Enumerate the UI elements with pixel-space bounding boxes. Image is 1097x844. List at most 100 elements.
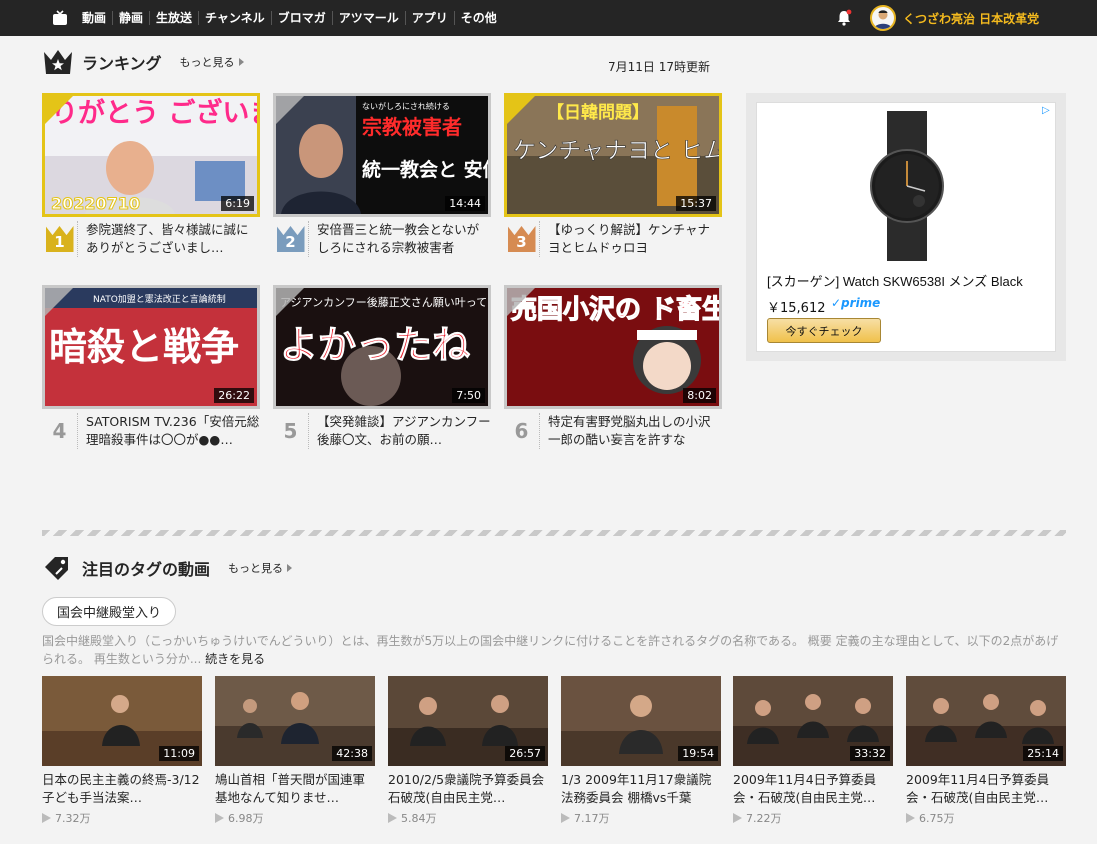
video-title[interactable]: 鳩山首相「普天間が国連軍基地なんて知りませ…	[215, 771, 375, 807]
nav-blomaga[interactable]: ブロマガ	[270, 11, 332, 25]
video-duration: 26:22	[214, 388, 254, 403]
ad-check-button[interactable]: 今すぐチェック	[767, 318, 881, 343]
video-duration: 15:37	[676, 196, 716, 211]
ranking-header: ランキング もっと見る	[42, 48, 244, 76]
video-thumbnail[interactable]: NATO加盟と憲法改正と言論統制 暗殺と戦争 26:22	[42, 285, 260, 409]
video-title[interactable]: 日本の民主主義の終焉-3/12子ども手当法案…	[42, 771, 202, 807]
arrow-right-icon	[238, 58, 244, 66]
rank-corner-badge	[276, 288, 304, 316]
nav-video[interactable]: 動画	[76, 11, 112, 25]
silver-crown-icon: 2	[276, 226, 305, 252]
tag-video-item[interactable]: 42:38 鳩山首相「普天間が国連軍基地なんて知りませ… 6.98万	[215, 676, 375, 826]
view-count-value: 5.84万	[401, 812, 437, 825]
thumb-title-text: りがとう ございました！	[51, 97, 257, 129]
thumb-top-text: ないがしろにされ続ける	[362, 101, 450, 111]
ad-title[interactable]: [スカーゲン] Watch SKW6538I メンズ Black	[767, 271, 1023, 290]
video-thumbnail[interactable]: ないがしろにされ続ける 宗教被害者 統一教会と 安倍晋三 14:44	[273, 93, 491, 217]
ranking-item-2[interactable]: ないがしろにされ続ける 宗教被害者 統一教会と 安倍晋三 14:44 2 安倍晋…	[273, 93, 491, 257]
video-title[interactable]: 参院選終了、皆々様誠に誠にありがとうございまし…	[86, 221, 260, 257]
video-title[interactable]: 安倍晋三と統一教会とないがしろにされる宗教被害者	[317, 221, 491, 257]
thumb-title-text: 暗殺と戦争	[49, 325, 239, 369]
video-title[interactable]: 2009年11月4日予算委員会・石破茂(自由民主党…	[733, 771, 893, 807]
view-count: 6.98万	[215, 810, 375, 826]
video-title[interactable]: 【ゆっくり解説】ケンチャナヨとヒムドゥロヨ	[548, 221, 722, 257]
ranking-item-6[interactable]: 売国小沢の ド畜生 発言 8:02 6 特定有害野党脳丸出しの小沢一郎の酷い妄言…	[504, 285, 722, 449]
tags-title: 注目のタグの動画	[82, 560, 211, 579]
video-duration: 14:44	[445, 196, 485, 211]
section-divider	[42, 530, 1066, 536]
video-duration: 8:02	[683, 388, 716, 403]
rank-corner-badge	[507, 288, 535, 316]
play-icon	[42, 813, 51, 823]
view-count: 5.84万	[388, 810, 548, 826]
thumb-title-text: 売国小沢の ド畜生 発言	[511, 294, 719, 325]
thumb-top-text: アジアンカンフー後藤正文さん願い叶って	[280, 295, 487, 309]
ranking-item-5[interactable]: アジアンカンフー後藤正文さん願い叶って よかったね 7:50 5 【突発雑談】ア…	[273, 285, 491, 449]
ranking-item-3[interactable]: 【日韓問題】 ケンチャナヨと ヒムドゥロヨ 15:37 3 【ゆっくり解説】ケン…	[504, 93, 722, 257]
arrow-right-icon	[287, 564, 293, 572]
nav-channel[interactable]: チャンネル	[198, 11, 271, 25]
rank-number: 6	[504, 413, 540, 449]
user-name[interactable]: くつざわ亮治 日本改革党	[903, 10, 1039, 27]
tag-video-item[interactable]: 26:57 2010/2/5衆議院予算委員会 石破茂(自由民主党… 5.84万	[388, 676, 548, 826]
read-more-link[interactable]: 続きを見る	[205, 652, 265, 666]
video-thumbnail[interactable]: 42:38	[215, 676, 375, 766]
video-duration: 19:54	[678, 746, 718, 761]
nav-other[interactable]: その他	[453, 11, 503, 25]
video-duration: 42:38	[332, 746, 372, 761]
bronze-crown-icon: 3	[507, 226, 536, 252]
video-thumbnail[interactable]: 33:32	[733, 676, 893, 766]
thumb-top-text: NATO加盟と憲法改正と言論統制	[93, 293, 226, 305]
video-title[interactable]: 【突発雑談】アジアンカンフー後藤〇文、お前の願…	[317, 413, 491, 449]
avatar[interactable]	[870, 5, 896, 31]
ranking-more-label: もっと見る	[179, 56, 235, 69]
ad-banner[interactable]: ▷ [スカーゲン] Watch SKW6538I メンズ Black ￥15,6…	[756, 102, 1056, 352]
nav-atsumaru[interactable]: アツマール	[331, 11, 405, 25]
video-duration: 11:09	[159, 746, 199, 761]
tag-description-text: 国会中継殿堂入り（こっかいちゅうけいでんどういり）とは、再生数が5万以上の国会中…	[42, 634, 1059, 666]
play-icon	[733, 813, 742, 823]
video-duration: 7:50	[452, 388, 485, 403]
rank-number: 4	[42, 413, 78, 449]
tag-video-item[interactable]: 25:14 2009年11月4日予算委員会・石破茂(自由民主党… 6.75万	[906, 676, 1066, 826]
video-thumbnail[interactable]: 26:57	[388, 676, 548, 766]
tag-video-item[interactable]: 11:09 日本の民主主義の終焉-3/12子ども手当法案… 7.32万	[42, 676, 202, 826]
video-thumbnail[interactable]: 【日韓問題】 ケンチャナヨと ヒムドゥロヨ 15:37	[504, 93, 722, 217]
video-thumbnail[interactable]: アジアンカンフー後藤正文さん願い叶って よかったね 7:50	[273, 285, 491, 409]
nav-app[interactable]: アプリ	[404, 11, 454, 25]
ranking-item-1[interactable]: りがとう ございました！ 20220710 6:19 1 参院選終了、皆々様誠に…	[42, 93, 260, 257]
ad-container: ▷ [スカーゲン] Watch SKW6538I メンズ Black ￥15,6…	[746, 93, 1066, 361]
ad-choices-icon[interactable]: ▷	[1042, 106, 1052, 116]
rank-corner-badge	[507, 96, 535, 124]
tags-header: 注目のタグの動画 もっと見る	[42, 554, 293, 582]
nav-live[interactable]: 生放送	[149, 11, 198, 25]
view-count: 6.75万	[906, 810, 1066, 826]
watch-image	[870, 111, 944, 261]
video-title[interactable]: 特定有害野党脳丸出しの小沢一郎の酷い妄言を許すな	[548, 413, 722, 449]
video-duration: 25:14	[1023, 746, 1063, 761]
tags-more-link[interactable]: もっと見る	[228, 560, 293, 576]
video-thumbnail[interactable]: 11:09	[42, 676, 202, 766]
video-thumbnail[interactable]: りがとう ございました！ 20220710 6:19	[42, 93, 260, 217]
ranking-item-4[interactable]: NATO加盟と憲法改正と言論統制 暗殺と戦争 26:22 4 SATORISM …	[42, 285, 260, 449]
ranking-more-link[interactable]: もっと見る	[180, 54, 244, 70]
thumb-title-text: 宗教被害者	[362, 115, 462, 139]
bell-icon[interactable]	[835, 9, 853, 27]
tag-chip[interactable]: 国会中継殿堂入り	[42, 597, 177, 626]
video-title[interactable]: 1/3 2009年11月17衆議院法務委員会 棚橋vs千葉	[561, 771, 721, 807]
view-count: 7.17万	[561, 810, 721, 826]
nav-seiga[interactable]: 静画	[112, 11, 149, 25]
video-title[interactable]: 2009年11月4日予算委員会・石破茂(自由民主党…	[906, 771, 1066, 807]
tag-video-item[interactable]: 19:54 1/3 2009年11月17衆議院法務委員会 棚橋vs千葉 7.17…	[561, 676, 721, 826]
video-thumbnail[interactable]: 売国小沢の ド畜生 発言 8:02	[504, 285, 722, 409]
video-title[interactable]: SATORISM TV.236「安倍元総理暗殺事件は〇〇が●●…	[86, 413, 260, 449]
niconico-tv-icon[interactable]	[52, 10, 68, 26]
video-thumbnail[interactable]: 19:54	[561, 676, 721, 766]
rank-number: 1	[42, 221, 78, 257]
video-thumbnail[interactable]: 25:14	[906, 676, 1066, 766]
video-duration: 33:32	[850, 746, 890, 761]
tag-description: 国会中継殿堂入り（こっかいちゅうけいでんどういり）とは、再生数が5万以上の国会中…	[42, 632, 1066, 668]
thumb-subtitle-text: 統一教会と 安倍晋三	[362, 158, 488, 181]
tag-video-item[interactable]: 33:32 2009年11月4日予算委員会・石破茂(自由民主党… 7.22万	[733, 676, 893, 826]
video-title[interactable]: 2010/2/5衆議院予算委員会 石破茂(自由民主党…	[388, 771, 548, 807]
